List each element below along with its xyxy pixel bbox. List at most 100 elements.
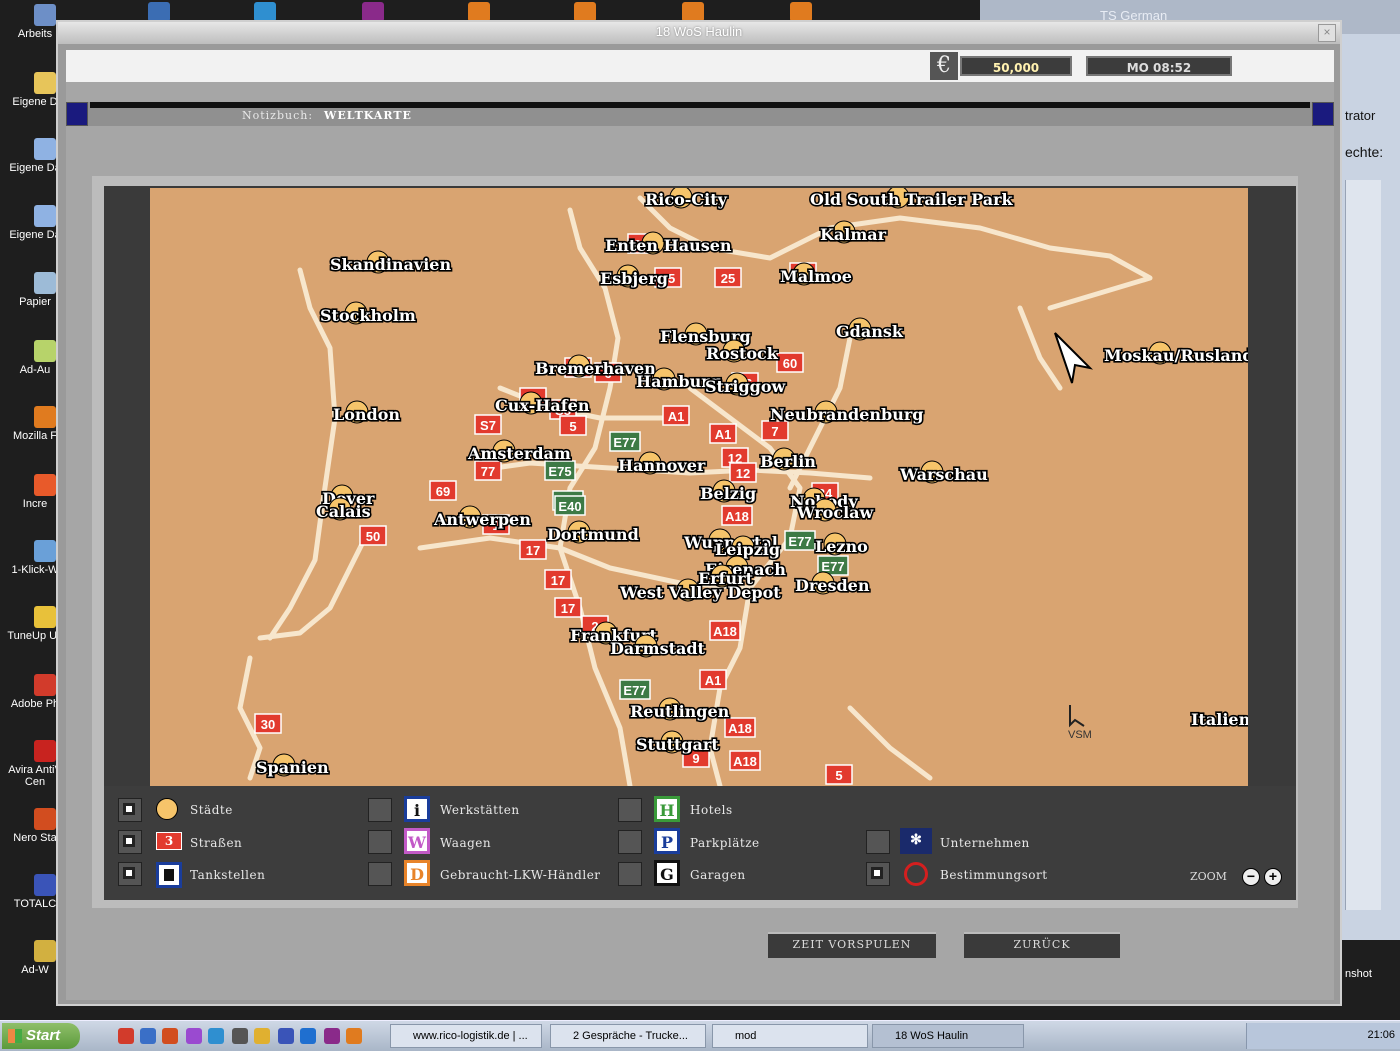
quicklaunch-icon[interactable]	[254, 1028, 270, 1044]
city-label[interactable]: Calais	[314, 500, 372, 522]
map-panel: 6125255066605S816S75A1A17E77E75E407769E4…	[92, 176, 1298, 908]
city-label[interactable]: Skandinavien	[328, 253, 453, 275]
firefox-icon	[34, 406, 56, 428]
app-z-shortcut-icon[interactable]	[362, 2, 384, 22]
toggle-tankstellen[interactable]	[118, 862, 142, 886]
toggle-hotels[interactable]	[618, 798, 642, 822]
city-label[interactable]: Striggow	[703, 375, 788, 397]
fast-forward-time-button[interactable]: ZEIT VORSPULEN	[768, 932, 936, 958]
toggle-haendler[interactable]	[368, 862, 392, 886]
city-label[interactable]: Hannover	[616, 454, 707, 476]
map-canvas[interactable]: 6125255066605S816S75A1A17E77E75E407769E4…	[150, 188, 1248, 786]
legend-label-garagen: Garagen	[690, 868, 746, 882]
city-label[interactable]: Spanien	[254, 756, 330, 778]
city-label[interactable]: Rostock	[704, 342, 780, 364]
city-label[interactable]: Wroclaw	[794, 501, 876, 523]
windows-logo-icon	[8, 1029, 22, 1043]
city-label[interactable]: Neubrandenburg	[768, 403, 925, 425]
city-label[interactable]: Cux-Hafen	[493, 394, 591, 416]
legend-label-tankstellen: Tankstellen	[190, 868, 266, 882]
city-label[interactable]: Malmoe	[778, 265, 853, 287]
city-label[interactable]: Esbjerg	[598, 267, 669, 289]
firefox-shortcut-icon[interactable]	[682, 2, 704, 22]
city-label[interactable]: London	[331, 403, 402, 425]
city-label[interactable]: Reutlingen	[628, 700, 731, 722]
messenger-shortcut-icon[interactable]	[254, 2, 276, 22]
city-label[interactable]: Dresden	[793, 574, 871, 596]
city-label[interactable]: West Valley Depot	[617, 581, 782, 603]
quicklaunch-icon[interactable]	[278, 1028, 294, 1044]
zoom-label: ZOOM	[1190, 870, 1227, 883]
legend-label-haendler: Gebraucht-LKW-Händler	[440, 868, 601, 882]
euro-icon: €	[930, 52, 958, 80]
road-sign-label: 30	[261, 717, 275, 732]
quicklaunch-icon[interactable]	[300, 1028, 316, 1044]
firefox-shortcut-icon[interactable]	[574, 2, 596, 22]
city-label[interactable]: Lezno	[813, 535, 869, 557]
city-label[interactable]: Kalmar	[818, 223, 888, 245]
zoom-in-button[interactable]: +	[1264, 868, 1282, 886]
city-label[interactable]: Leipzig	[713, 538, 781, 560]
app-icon	[34, 540, 56, 562]
road-sign-label: E75	[548, 464, 571, 479]
app-icon	[34, 474, 56, 496]
road-sign-label: E40	[558, 499, 581, 514]
world-map[interactable]: 6125255066605S816S75A1A17E77E75E407769E4…	[150, 188, 1248, 786]
quicklaunch-icon[interactable]	[162, 1028, 178, 1044]
toggle-strassen[interactable]	[118, 830, 142, 854]
city-label[interactable]: Rico-City	[643, 188, 729, 210]
toggle-werkstaetten[interactable]	[368, 798, 392, 822]
firefox-shortcut-icon[interactable]	[468, 2, 490, 22]
back-button[interactable]: ZURÜCK	[964, 932, 1120, 958]
toggle-garagen[interactable]	[618, 862, 642, 886]
city-label[interactable]: Italien/Mailand	[1189, 708, 1248, 730]
window-title: 18 WoS Haulin	[655, 24, 743, 39]
city-label[interactable]: Gdansk	[834, 320, 905, 342]
zoom-out-button[interactable]: −	[1242, 868, 1260, 886]
city-label[interactable]: Moskau/Rusland	[1102, 344, 1248, 366]
city-label[interactable]: Amsterdam	[465, 442, 572, 464]
taskbar-item-game[interactable]: 18 WoS Haulin	[872, 1024, 1024, 1048]
road-number-icon: 3	[156, 832, 182, 850]
app-icon	[34, 606, 56, 628]
taskbar-item-forum[interactable]: 2 Gespräche - Trucke...	[550, 1024, 706, 1048]
toggle-unternehmen[interactable]	[866, 830, 890, 854]
city-label[interactable]: Dortmund	[545, 523, 640, 545]
quicklaunch-icon[interactable]	[186, 1028, 202, 1044]
clock-display: MO 08:52	[1086, 56, 1232, 76]
quicklaunch-icon[interactable]	[118, 1028, 134, 1044]
city-label[interactable]: Stuttgart	[634, 733, 721, 755]
city-label[interactable]: Stockholm	[318, 304, 417, 326]
toggle-bestimmungsort[interactable]	[866, 862, 890, 886]
browser-shortcut-icon[interactable]	[148, 2, 170, 22]
city-label[interactable]: Darmstadt	[608, 637, 707, 659]
city-label[interactable]: Antwerpen	[431, 508, 532, 530]
city-label[interactable]: Berlin	[758, 450, 817, 472]
taskbar-item-folder[interactable]: mod	[712, 1024, 868, 1048]
toggle-staedte[interactable]	[118, 798, 142, 822]
road-sign-label: A1	[715, 427, 732, 442]
road-sign-label: E77	[623, 683, 646, 698]
quicklaunch-icon[interactable]	[232, 1028, 248, 1044]
start-button[interactable]: Start	[2, 1023, 80, 1049]
close-button[interactable]: ×	[1318, 24, 1336, 42]
quicklaunch-icon[interactable]	[208, 1028, 224, 1044]
taskbar: Start www.rico-logistik.de | ... 2 Gespr…	[0, 1020, 1400, 1051]
city-label[interactable]: Enten Hausen	[603, 234, 733, 256]
city-label[interactable]: Warschau	[897, 463, 989, 485]
app-icon	[34, 808, 56, 830]
toggle-waagen[interactable]	[368, 830, 392, 854]
quicklaunch-icon[interactable]	[324, 1028, 340, 1044]
quicklaunch-icon[interactable]	[140, 1028, 156, 1044]
firefox-icon[interactable]	[346, 1028, 362, 1044]
city-label[interactable]: Belzig	[698, 482, 757, 504]
game-window[interactable]: 18 WoS Haulin × € 50,000 MO 08:52 Notizb…	[56, 20, 1342, 1006]
notebook-page-title: WELTKARTE	[324, 109, 412, 122]
folder-icon	[34, 72, 56, 94]
toggle-parkplaetze[interactable]	[618, 830, 642, 854]
firefox-shortcut-icon[interactable]	[790, 2, 812, 22]
city-label[interactable]: Old South Trailer Park	[808, 188, 1015, 210]
taskbar-item-browser[interactable]: www.rico-logistik.de | ...	[390, 1024, 542, 1048]
system-tray: 21:06	[1246, 1023, 1400, 1049]
window-titlebar[interactable]: 18 WoS Haulin ×	[58, 22, 1340, 44]
